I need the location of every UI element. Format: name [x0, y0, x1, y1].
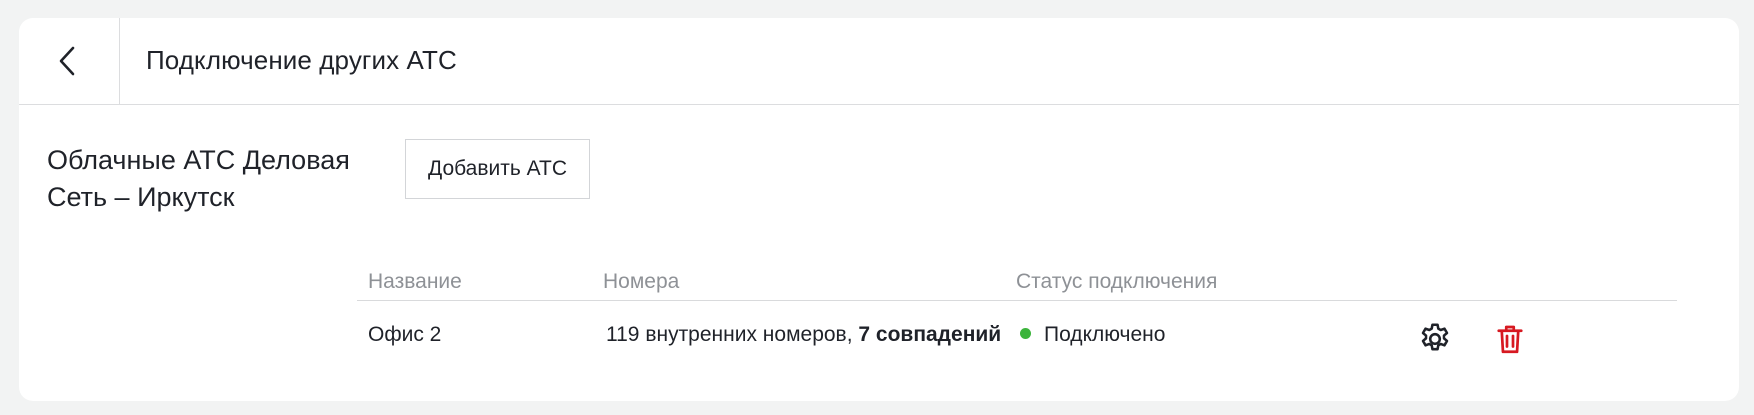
connection-status: Подключено	[1020, 323, 1165, 347]
pbx-numbers: 119 внутренних номеров, 7 совпадений	[606, 323, 1001, 347]
section-title: Облачные АТС Деловая Сеть – Иркутск	[47, 145, 350, 212]
status-dot-icon	[1020, 327, 1031, 339]
table-header: Название Номера Статус подключения	[357, 240, 1677, 301]
column-header-status[interactable]: Статус подключения	[1016, 270, 1217, 294]
trash-icon	[1497, 325, 1523, 354]
status-label: Подключено	[1044, 323, 1166, 346]
gear-icon	[1421, 323, 1449, 351]
delete-button[interactable]	[1492, 321, 1528, 357]
pbx-table: Название Номера Статус подключения Офис …	[357, 240, 1677, 381]
column-header-numbers[interactable]: Номера	[603, 270, 679, 294]
numbers-count: 119 внутренних номеров,	[606, 323, 853, 346]
pbx-name: Офис 2	[368, 323, 442, 346]
table-row[interactable]: Офис 2 119 внутренних номеров, 7 совпаде…	[357, 301, 1677, 381]
add-pbx-button[interactable]: Добавить АТС	[405, 139, 590, 199]
chevron-left-icon	[59, 46, 75, 76]
page-header: Подключение других АТС	[19, 18, 1739, 105]
main-card: Подключение других АТС Облачные АТС Дело…	[19, 18, 1739, 401]
page-title: Подключение других АТС	[146, 45, 457, 75]
back-button[interactable]	[19, 18, 120, 104]
column-header-name[interactable]: Название	[368, 270, 462, 294]
settings-button[interactable]	[1417, 321, 1453, 357]
matches-count: 7 совпадений	[858, 323, 1002, 346]
